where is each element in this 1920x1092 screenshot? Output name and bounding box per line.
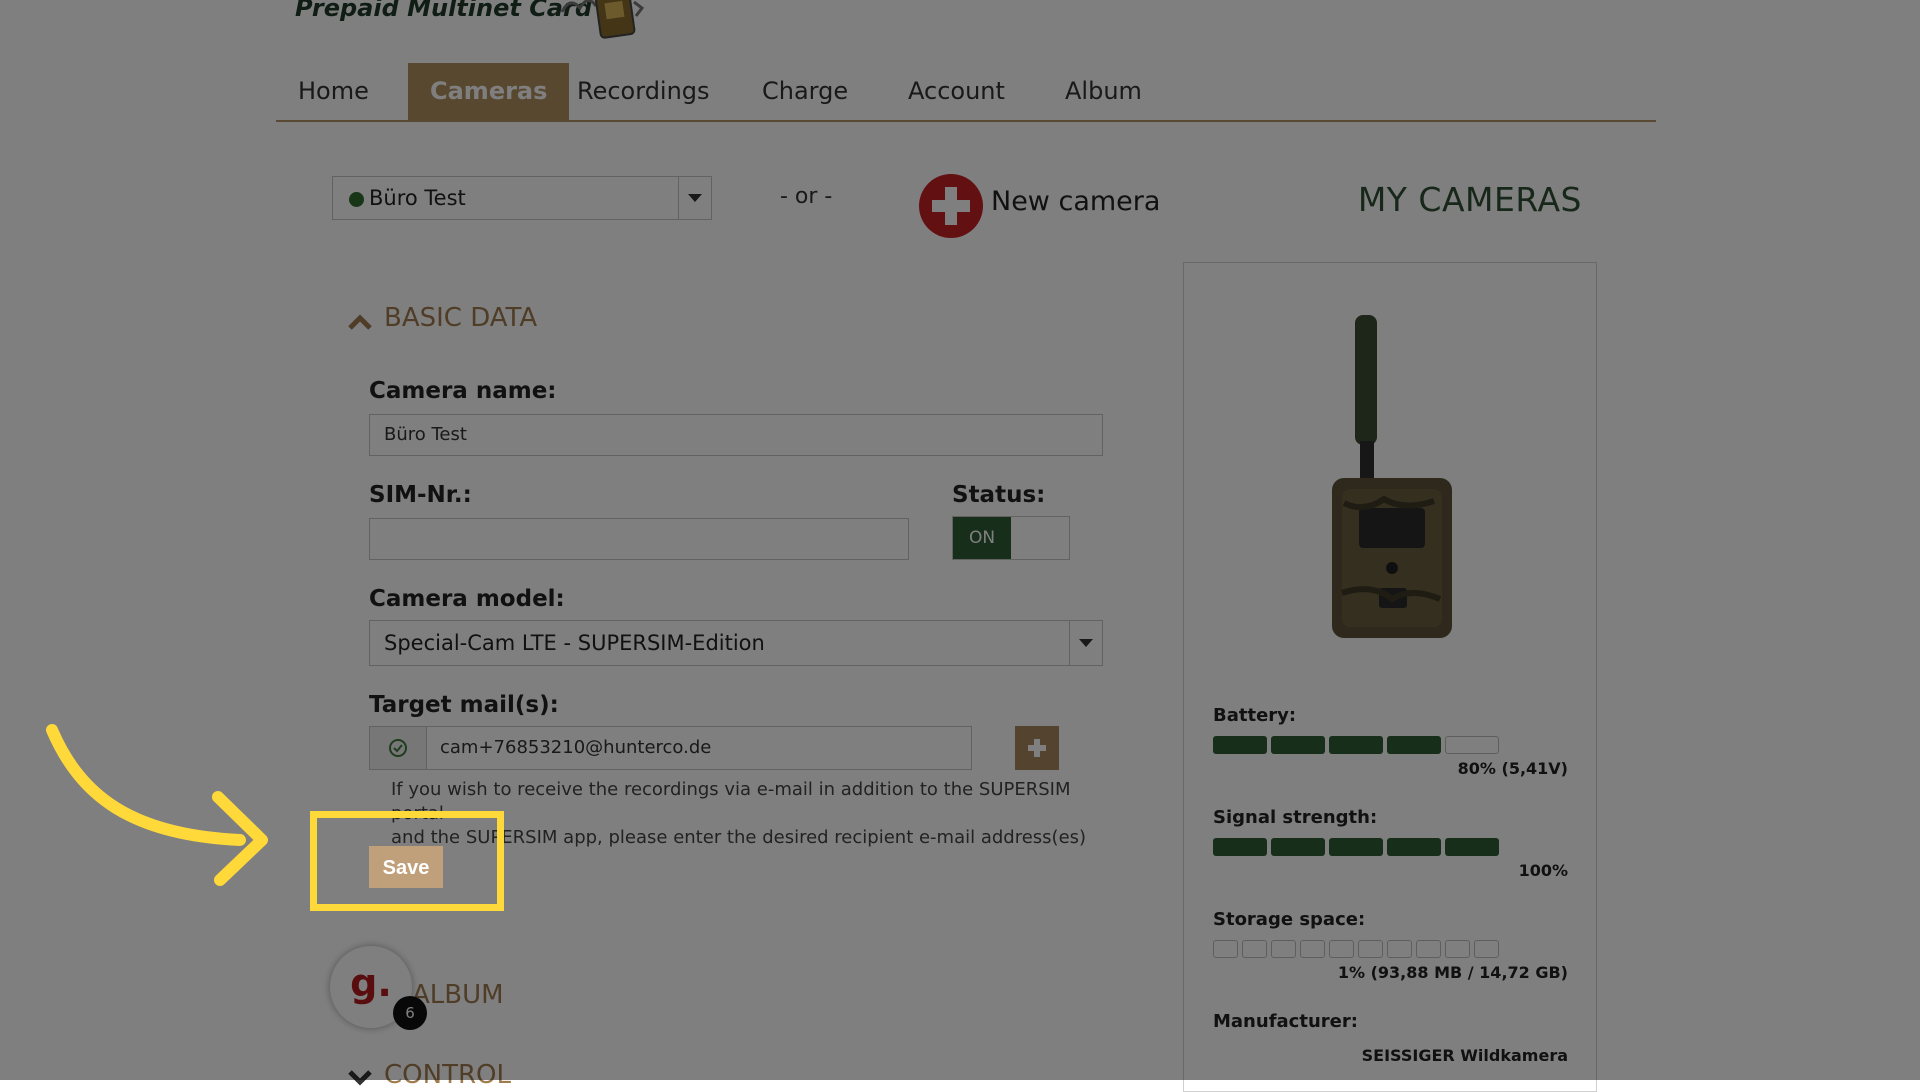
camera-name-input[interactable]: Büro Test: [369, 414, 1103, 456]
bar-segment: [1387, 940, 1412, 958]
control-heading[interactable]: CONTROL: [384, 1060, 511, 1090]
page: Prepaid Multinet Card Home Cameras Recor…: [276, 0, 1656, 1092]
bar-segment: [1271, 838, 1325, 856]
bar-segment: [1445, 838, 1499, 856]
new-camera-link[interactable]: New camera: [991, 186, 1160, 217]
target-mail-group: cam+76853210@hunterco.de: [369, 726, 972, 770]
camera-info-panel: Battery: 80% (5,41V) Signal strength: 10…: [1183, 262, 1597, 1092]
status-toggle[interactable]: ON: [952, 516, 1070, 560]
bar-segment: [1387, 736, 1441, 754]
chevron-down-icon[interactable]: [1069, 621, 1102, 665]
bar-segment: [1213, 838, 1267, 856]
camera-model-value: Special-Cam LTE - SUPERSIM-Edition: [384, 631, 765, 655]
arrow-pointer-icon: [46, 724, 268, 886]
plus-circle-icon[interactable]: [919, 174, 983, 238]
bar-segment: [1445, 736, 1499, 754]
bar-segment: [1300, 940, 1325, 958]
notification-badge: 6: [393, 996, 427, 1030]
nav-album[interactable]: Album: [1043, 63, 1164, 120]
bar-segment: [1329, 940, 1354, 958]
battery-label: Battery:: [1213, 705, 1297, 726]
bar-segment: [1213, 736, 1267, 754]
check-circle-icon: [370, 727, 427, 769]
logo-text[interactable]: Prepaid Multinet Card: [295, 0, 592, 22]
chevron-down-icon[interactable]: [678, 177, 711, 219]
bar-segment: [1271, 940, 1296, 958]
bar-segment: [1213, 940, 1238, 958]
page-title: MY CAMERAS: [1357, 180, 1582, 219]
bar-segment: [1445, 940, 1470, 958]
trail-camera-image: [1332, 315, 1452, 638]
storage-label: Storage space:: [1213, 909, 1366, 930]
or-separator: - or -: [780, 184, 833, 209]
manufacturer-value: SEISSIGER Wildkamera: [1361, 1046, 1568, 1065]
bar-segment: [1271, 736, 1325, 754]
nav-home[interactable]: Home: [276, 63, 391, 120]
sim-label: SIM-Nr.:: [369, 482, 472, 508]
target-mail-label: Target mail(s):: [369, 692, 559, 718]
add-mail-button[interactable]: [1015, 726, 1059, 770]
bar-segment: [1358, 940, 1383, 958]
bar-segment: [1474, 940, 1499, 958]
bar-segment: [1329, 838, 1383, 856]
status-on-label: ON: [953, 517, 1011, 559]
signal-value: 100%: [1518, 861, 1568, 880]
sim-input[interactable]: [369, 518, 909, 560]
sim-card-icon: [560, 0, 645, 39]
camera-status-dot: [349, 192, 364, 207]
battery-value: 80% (5,41V): [1457, 759, 1568, 778]
camera-select[interactable]: Büro Test: [332, 176, 712, 220]
camera-model-label: Camera model:: [369, 586, 565, 612]
nav-charge[interactable]: Charge: [740, 63, 870, 120]
main-nav: Home Cameras Recordings Charge Account A…: [276, 63, 1656, 122]
bar-segment: [1329, 736, 1383, 754]
signal-label: Signal strength:: [1213, 807, 1378, 828]
bar-segment: [1387, 838, 1441, 856]
bar-segment: [1242, 940, 1267, 958]
chevron-down-icon[interactable]: [346, 1064, 374, 1092]
chevron-up-icon[interactable]: [346, 308, 374, 336]
basic-data-heading[interactable]: BASIC DATA: [384, 303, 537, 333]
camera-select-value: Büro Test: [369, 186, 466, 210]
camera-model-select[interactable]: Special-Cam LTE - SUPERSIM-Edition: [369, 620, 1103, 666]
album-heading[interactable]: ALBUM: [412, 980, 504, 1010]
nav-account[interactable]: Account: [886, 63, 1027, 120]
storage-value: 1% (93,88 MB / 14,72 GB): [1337, 963, 1568, 982]
bar-segment: [1416, 940, 1441, 958]
plus-icon: [1028, 739, 1046, 757]
camera-name-label: Camera name:: [369, 378, 557, 404]
status-label: Status:: [952, 482, 1046, 508]
highlight-frame: [310, 811, 504, 911]
manufacturer-label: Manufacturer:: [1213, 1011, 1358, 1032]
nav-cameras[interactable]: Cameras: [408, 63, 570, 120]
target-mail-input[interactable]: cam+76853210@hunterco.de: [440, 727, 711, 769]
nav-recordings[interactable]: Recordings: [555, 63, 732, 120]
